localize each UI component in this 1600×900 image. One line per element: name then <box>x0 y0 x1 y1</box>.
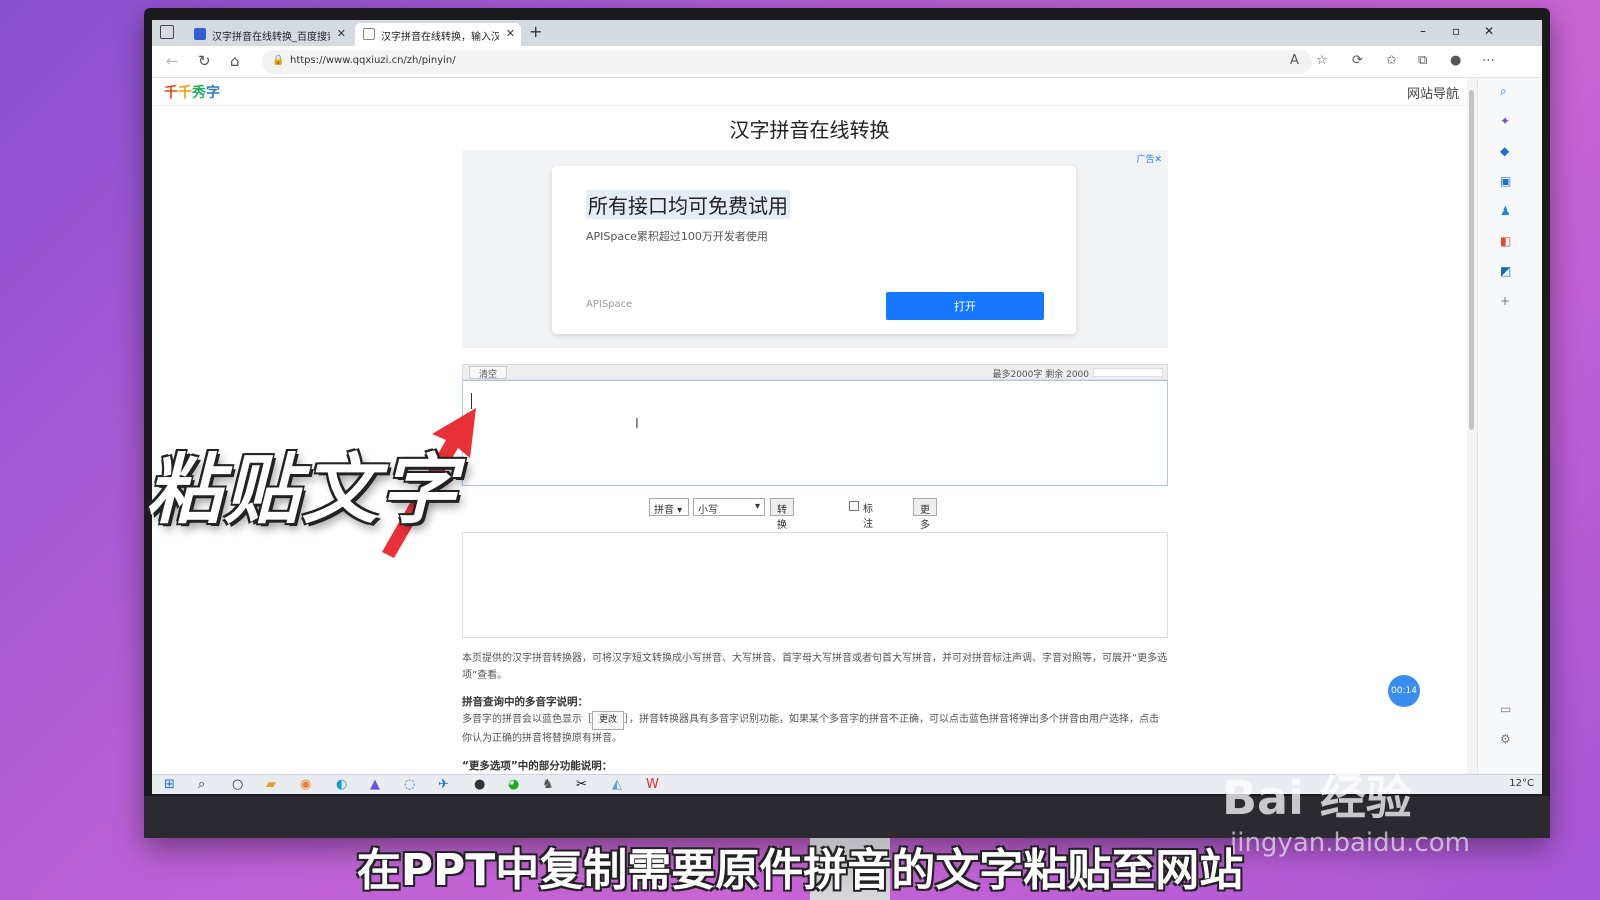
pinyin-output[interactable] <box>462 532 1168 638</box>
recording-timer: 00:14 <box>1388 675 1420 707</box>
sync-icon[interactable]: ◌ <box>404 777 415 792</box>
mode-select[interactable]: 拼音 ▾ <box>649 498 689 516</box>
ad-headline: 所有接口均可免费试用 <box>586 190 790 219</box>
maximize-button[interactable]: ▫ <box>1452 24 1460 38</box>
url-field[interactable]: 🔒 https://www.qqxiuzi.cn/zh/pinyin/ <box>262 50 1312 74</box>
system-tray-temp: 12°C <box>1509 778 1534 789</box>
tab-pinyin-converter[interactable]: 汉字拼音在线转换，输入汉字自 ✕ <box>355 23 521 46</box>
close-window-button[interactable]: ✕ <box>1484 24 1494 38</box>
read-aloud-icon[interactable]: A <box>1290 53 1299 68</box>
video-subtitle: 在PPT中复制需要原件拼音的文字粘贴至网站 <box>356 845 1244 896</box>
capcut-icon[interactable]: ✂ <box>576 777 587 792</box>
wechat-icon[interactable]: ◕ <box>508 777 519 792</box>
page-scrollbar[interactable] <box>1467 78 1477 774</box>
user-app-icon[interactable]: ● <box>474 777 485 792</box>
intro-text: 本页提供的汉字拼音转换器，可将汉字短文转换成小写拼音、大写拼音、首字母大写拼音或… <box>462 653 1168 681</box>
taskbar-search-icon[interactable]: ⌕ <box>198 777 205 792</box>
polyphone-title: 拼音查询中的多音字说明： <box>462 696 588 708</box>
char-counter: 最多2000字 剩余 2000 <box>992 370 1089 380</box>
outlook-icon[interactable]: ◩ <box>1500 264 1511 278</box>
ad-brand: APISpace <box>586 299 633 310</box>
chinese-text-input[interactable]: I <box>462 380 1168 486</box>
screen: 汉字拼音在线转换_百度搜索 ✕ 汉字拼音在线转换，输入汉字自 ✕ + – ▫ ✕… <box>152 20 1542 794</box>
ad-open-button[interactable]: 打开 <box>886 292 1044 320</box>
ad-subtext: APISpace累积超过100万开发者使用 <box>586 230 768 243</box>
copilot-icon[interactable]: ✦ <box>1500 114 1510 128</box>
tab-bar: 汉字拼音在线转换_百度搜索 ✕ 汉字拼音在线转换，输入汉字自 ✕ + – ▫ ✕ <box>152 20 1542 46</box>
favorite-star-icon[interactable]: ☆ <box>1316 53 1328 68</box>
windows-start-icon[interactable]: ⊞ <box>164 777 175 792</box>
url-text: https://www.qqxiuzi.cn/zh/pinyin/ <box>290 55 456 66</box>
tab-title: 汉字拼音在线转换，输入汉字自 <box>381 32 499 43</box>
web-page: 千千秀字 网站导航 汉字拼音在线转换 广告✕ 所有接口均可免费试用 APISpa… <box>152 78 1467 774</box>
site-logo[interactable]: 千千秀字 <box>164 82 220 102</box>
new-tab-button[interactable]: + <box>529 22 542 41</box>
more-menu-icon[interactable]: ⋯ <box>1482 53 1495 68</box>
site-header: 千千秀字 网站导航 <box>152 78 1467 106</box>
tab-title: 汉字拼音在线转换_百度搜索 <box>212 32 330 43</box>
chevron-down-icon: ▾ <box>754 501 760 512</box>
ad-banner: 广告✕ 所有接口均可免费试用 APISpace累积超过100万开发者使用 API… <box>462 150 1168 348</box>
edge-sidebar: ⌕ ✦ ◆ ▣ ♟ ◧ ◩ + ▭ ⚙ <box>1477 78 1542 774</box>
clear-button[interactable]: 清空 <box>469 366 507 380</box>
ibeam-cursor-icon: I <box>635 417 639 432</box>
shopping-tag-icon[interactable]: ◆ <box>1500 144 1509 158</box>
notes-icon[interactable]: ◭ <box>612 777 622 792</box>
close-tab-icon[interactable]: ✕ <box>506 27 515 40</box>
close-tab-icon[interactable]: ✕ <box>337 27 346 40</box>
scroll-thumb[interactable] <box>1469 90 1474 430</box>
profile-avatar-icon[interactable]: ● <box>1450 53 1461 68</box>
more-options-title: “更多选项”中的部分功能说明： <box>462 760 613 772</box>
case-select[interactable]: 小写 ▾ <box>693 498 765 516</box>
page-title: 汉字拼音在线转换 <box>729 118 890 142</box>
extensions-icon[interactable]: ⟳ <box>1352 53 1363 68</box>
settings-gear-icon[interactable]: ⚙ <box>1500 732 1511 746</box>
input-toolbar: 清空 最多2000字 剩余 2000 <box>462 364 1168 380</box>
search-icon[interactable]: ⌕ <box>1500 84 1507 99</box>
tab-actions-icon[interactable] <box>160 25 174 39</box>
back-icon[interactable]: ← <box>166 52 179 70</box>
site-favicon-icon <box>363 28 375 40</box>
baidu-favicon-icon <box>194 28 206 40</box>
convert-button[interactable]: 转换成拼音 <box>770 498 794 576</box>
tone-checkbox[interactable] <box>849 501 859 511</box>
tools-icon[interactable]: ▣ <box>1500 174 1511 188</box>
refresh-icon[interactable]: ↻ <box>198 52 211 70</box>
app-icon[interactable]: ◉ <box>300 777 311 792</box>
tab-baidu-search[interactable]: 汉字拼音在线转换_百度搜索 ✕ <box>186 23 352 46</box>
baidu-watermark: Bai 经验 <box>1222 771 1412 825</box>
ad-card[interactable]: 所有接口均可免费试用 APISpace累积超过100万开发者使用 APISpac… <box>552 166 1076 334</box>
char-counter-bar <box>1093 368 1163 377</box>
lock-icon: 🔒 <box>272 55 285 66</box>
feishu-icon[interactable]: ✈ <box>438 777 449 792</box>
wps-icon[interactable]: W <box>646 777 659 792</box>
site-nav-link[interactable]: 网站导航 <box>1407 83 1459 102</box>
edge-browser-icon[interactable]: ◐ <box>336 777 347 792</box>
polyphone-text: 多音字的拼音会以蓝色显示［ 更改 ］，拼音转换器具有多音字识别功能，如果某个多音字的… <box>462 711 1168 747</box>
ad-close-tag[interactable]: 广告✕ <box>1136 152 1162 165</box>
favorites-icon[interactable]: ✩ <box>1386 53 1397 68</box>
overlay-caption: 粘贴文字 <box>146 445 458 534</box>
file-explorer-icon[interactable]: ▰ <box>266 777 276 792</box>
home-icon[interactable]: ⌂ <box>230 52 240 70</box>
add-icon[interactable]: + <box>1500 294 1510 308</box>
photos-icon[interactable]: ▲ <box>370 777 380 792</box>
address-bar: ← ↻ ⌂ 🔒 https://www.qqxiuzi.cn/zh/pinyin… <box>152 46 1542 78</box>
split-screen-icon[interactable]: ▭ <box>1500 702 1511 716</box>
change-button[interactable]: 更改 <box>592 711 625 730</box>
more-options-button[interactable]: 更多选项 <box>913 498 937 561</box>
games-icon[interactable]: ♟ <box>1500 204 1511 218</box>
minimize-button[interactable]: – <box>1420 24 1426 38</box>
task-view-icon[interactable]: ○ <box>232 777 243 792</box>
game-app-icon[interactable]: ♞ <box>542 777 554 792</box>
office-icon[interactable]: ◧ <box>1500 234 1511 248</box>
collections-icon[interactable]: ⧉ <box>1418 53 1427 68</box>
